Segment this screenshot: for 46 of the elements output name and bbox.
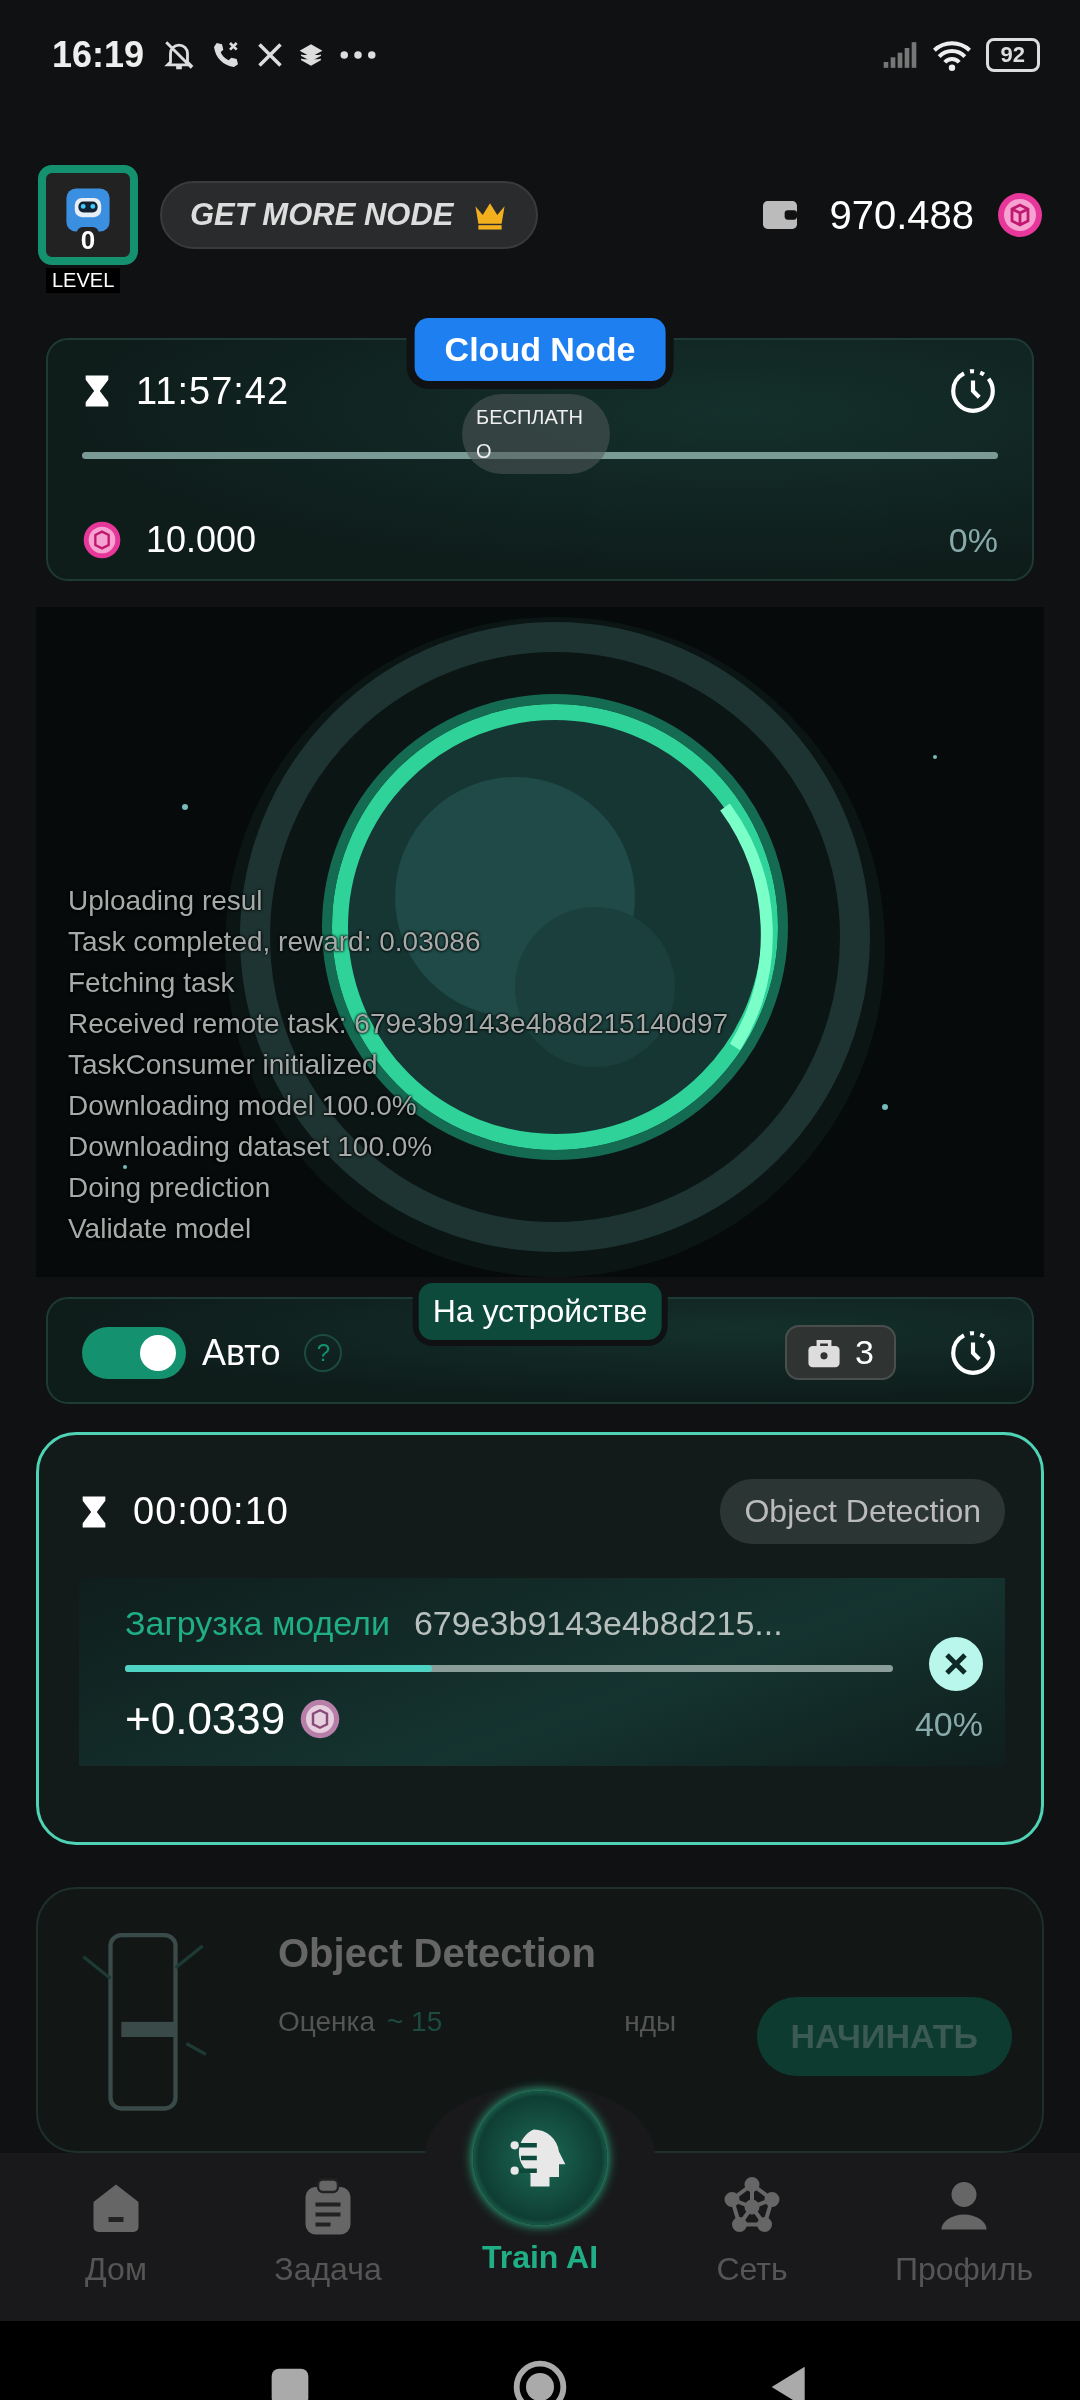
log-line: Doing prediction — [68, 1171, 272, 1205]
log-line: Downloading model 100.0% — [68, 1089, 418, 1123]
jobs-button[interactable]: 3 — [785, 1325, 896, 1380]
status-time: 16:19 — [52, 34, 145, 76]
level-label: LEVEL — [46, 268, 121, 293]
x-logo-icon — [256, 41, 285, 69]
close-button[interactable] — [929, 1637, 983, 1691]
jobs-count: 3 — [855, 1333, 874, 1372]
wallet-icon — [761, 198, 800, 232]
log-line: Downloading dataset 100.0% — [68, 1130, 434, 1164]
battery-indicator: 92 — [985, 38, 1040, 72]
cloud-reward: 10.000 — [146, 519, 257, 561]
estimate-label: Оценка — [278, 2006, 375, 2038]
nav-tab[interactable]: Задача — [228, 2153, 428, 2288]
signal-icon — [881, 41, 918, 69]
log-line: Validate model — [68, 1212, 253, 1246]
level-badge[interactable]: 0 — [38, 165, 138, 265]
nav-tab[interactable]: Профиль — [864, 2153, 1064, 2288]
task-percent: 40% — [914, 1705, 983, 1744]
auto-toggle[interactable] — [82, 1326, 186, 1379]
log-line: Fetching task — [68, 966, 236, 1000]
log-line: Uploading resul — [68, 884, 264, 918]
coin-icon — [996, 191, 1044, 239]
wifi-icon — [931, 39, 972, 71]
coin-icon — [299, 1698, 342, 1740]
task-stage: Загрузка модели — [125, 1604, 390, 1643]
category-tag: Object Detection — [720, 1479, 1005, 1544]
layers-icon — [298, 42, 325, 68]
nav-tab[interactable]: Дом — [16, 2153, 216, 2288]
cloud-percent: 0% — [948, 520, 998, 560]
auto-label: Авто — [202, 1331, 281, 1374]
task-timer: 00:00:10 — [133, 1490, 289, 1533]
task-id: 679e3b9143e4b8d215... — [413, 1604, 783, 1643]
nav-tab[interactable]: Сеть — [652, 2153, 852, 2288]
coin-icon — [82, 520, 122, 560]
help-icon[interactable]: ? — [304, 1333, 343, 1372]
free-badge: БЕСПЛАТНО — [462, 394, 610, 474]
get-more-node-button[interactable]: GET MORE NODE — [160, 181, 538, 249]
task-reward: +0.0339 — [125, 1694, 286, 1744]
home-button-icon[interactable] — [512, 2359, 568, 2400]
cloud-timer: 11:57:42 — [136, 369, 290, 413]
balance-amount: 970.488 — [829, 192, 974, 238]
next-task-title: Object Detection — [278, 1931, 597, 1976]
estimate-unit: нды — [624, 2006, 677, 2038]
log-line: TaskConsumer initialized — [68, 1048, 379, 1082]
history-icon[interactable] — [948, 366, 998, 416]
